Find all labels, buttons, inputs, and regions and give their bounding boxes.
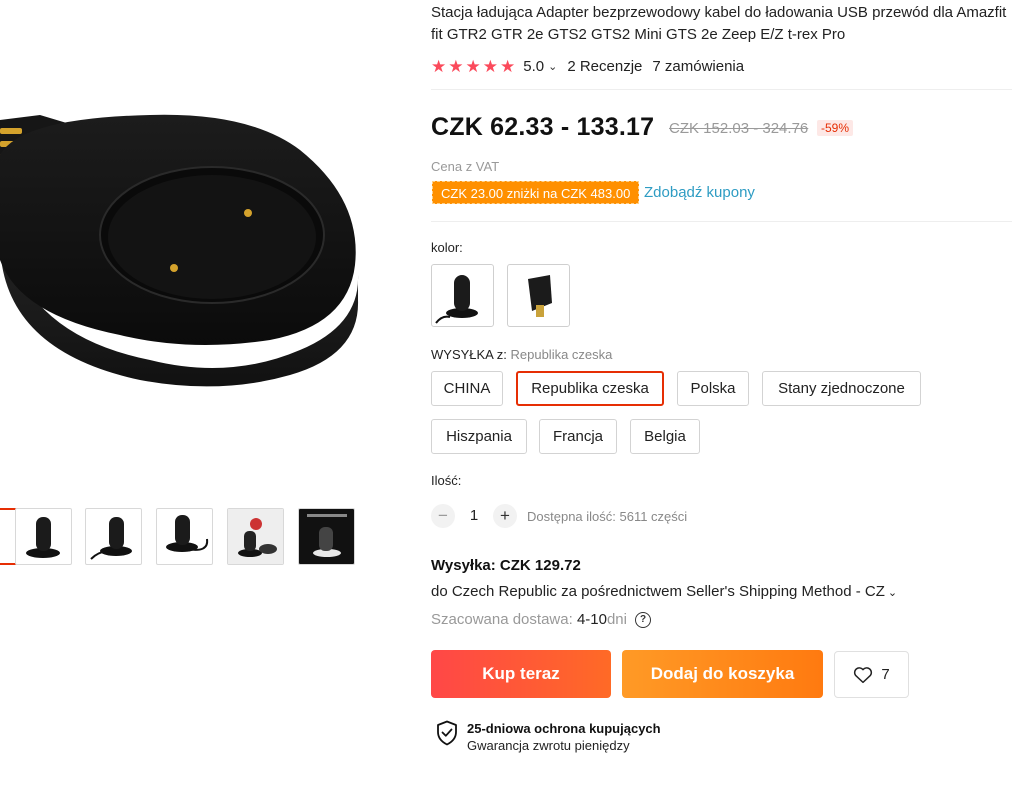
quantity-label: Ilość: [431, 473, 462, 488]
est-label: Szacowana dostawa: [431, 611, 573, 628]
product-title: Stacja ładująca Adapter bezprzewodowy ka… [431, 2, 1011, 46]
ship-option-poland[interactable]: Polska [677, 371, 749, 406]
product-title-line-2: fit GTR2 GTR 2e GTS2 GTS2 Mini GTS 2e Ze… [431, 26, 846, 43]
divider [431, 89, 1012, 90]
heart-icon [854, 666, 873, 683]
star-rating: ★ ★ ★ ★ ★ [431, 58, 515, 75]
quantity-input[interactable]: 1 [468, 507, 480, 524]
ship-option-czech[interactable]: Republika czeska [516, 371, 664, 406]
wishlist-button[interactable]: 7 [834, 651, 909, 698]
thumbnail-5[interactable] [227, 508, 284, 565]
discount-badge: -59% [817, 120, 854, 136]
protection-subtitle: Gwarancja zwrotu pieniędzy [467, 738, 630, 753]
thumbnail-6[interactable] [298, 508, 355, 565]
color-swatch-1[interactable] [431, 264, 494, 327]
get-coupons-link[interactable]: Zdobądź kupony [644, 184, 755, 201]
buy-now-button[interactable]: Kup teraz [431, 650, 611, 698]
thumbnail-3[interactable] [85, 508, 142, 565]
ship-option-usa[interactable]: Stany zjednoczone [762, 371, 921, 406]
buyer-protection: 25-dniowa ochrona kupujących Gwarancja z… [436, 720, 661, 754]
shipping-cost: Wysyłka: CZK 129.72 [431, 557, 581, 574]
star-icon: ★ [448, 56, 464, 76]
chevron-down-icon[interactable]: ⌄ [888, 587, 897, 599]
reviews-link[interactable]: 2 Recenzje [567, 58, 642, 75]
est-value: 4-10 [576, 611, 607, 628]
product-main-image[interactable] [0, 0, 390, 490]
star-icon: ★ [465, 56, 481, 76]
ship-option-belgium[interactable]: Belgia [630, 419, 700, 454]
shipping-method-text: do Czech Republic za pośrednictwem Selle… [431, 583, 885, 600]
star-icon: ★ [431, 56, 447, 76]
wishlist-count: 7 [881, 666, 890, 683]
thumbnail-4[interactable] [156, 508, 213, 565]
color-label: kolor: [431, 240, 463, 255]
product-title-line-1: Stacja ładująca Adapter bezprzewodowy ka… [431, 4, 1007, 21]
estimated-delivery: Szacowana dostawa: 4-10 dni ? [431, 611, 651, 628]
vat-note: Cena z VAT [431, 159, 500, 174]
ship-from-title: WYSYŁKA z: [431, 347, 507, 362]
protection-title: 25-dniowa ochrona kupujących [467, 721, 661, 736]
ship-from-value: Republika czeska [510, 347, 613, 362]
ship-option-france[interactable]: Francja [539, 419, 617, 454]
add-to-cart-button[interactable]: Dodaj do koszyka [622, 650, 823, 698]
divider [431, 221, 1012, 222]
thumbnail-strip [0, 508, 400, 568]
shipping-method[interactable]: do Czech Republic za pośrednictwem Selle… [431, 583, 897, 600]
rating-score[interactable]: 5.0 [523, 58, 544, 75]
shield-check-icon [437, 720, 457, 746]
ship-option-china[interactable]: CHINA [431, 371, 503, 406]
help-icon[interactable]: ? [635, 611, 651, 628]
est-unit: dni [606, 611, 627, 628]
rating-row: ★ ★ ★ ★ ★ 5.0 ⌄ 2 Recenzje 7 zamówienia [431, 56, 744, 76]
star-icon: ★ [482, 56, 498, 76]
ship-from-label: WYSYŁKA z: Republika czeska [431, 347, 612, 362]
quantity-decrease-button[interactable]: − [431, 504, 455, 528]
original-price: CZK 152.03 - 324.76 [669, 120, 809, 137]
orders-count: 7 zamówienia [652, 57, 745, 75]
chevron-down-icon[interactable]: ⌄ [548, 60, 557, 73]
current-price: CZK 62.33 - 133.17 [431, 113, 655, 141]
star-icon: ★ [500, 56, 516, 76]
ship-option-spain[interactable]: Hiszpania [431, 419, 527, 454]
thumbnail-2[interactable] [15, 508, 72, 565]
quantity-increase-button[interactable]: + [493, 504, 517, 528]
color-swatch-2[interactable] [507, 264, 570, 327]
coupon-badge[interactable]: CZK 23.00 zniżki na CZK 483.00 [432, 181, 640, 204]
available-quantity: Dostępna ilość: 5611 części [527, 509, 688, 524]
